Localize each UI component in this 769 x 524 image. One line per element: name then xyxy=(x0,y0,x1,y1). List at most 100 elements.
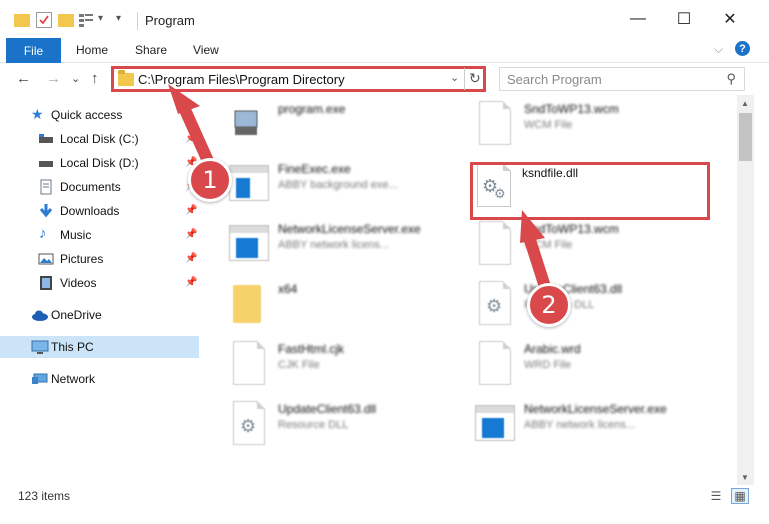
search-icon[interactable]: ⚲ xyxy=(726,71,736,87)
list-item[interactable]: ⚙ UpdateClient63.dll Resource DLL xyxy=(229,397,479,453)
navigation-bar: ← → ⌄ ↑ C:\Program Files\Program Directo… xyxy=(0,63,769,95)
file-list: program.exe SndToWP13.wcm WCM File FineE… xyxy=(205,95,737,485)
up-button[interactable]: ↑ xyxy=(91,70,99,87)
title-bar: ▾ ▾ Program — ☐ ✕ xyxy=(0,0,769,38)
drive-icon xyxy=(38,155,54,171)
list-item[interactable]: NetworkLicenseServer.exe ABBY network li… xyxy=(475,397,725,453)
properties-icon[interactable] xyxy=(36,12,52,28)
file-name: UpdateClient63.dll xyxy=(278,402,377,416)
status-bar: 123 items ☰ ▦ xyxy=(0,485,769,524)
minimize-button[interactable]: — xyxy=(615,0,661,38)
close-button[interactable]: ✕ xyxy=(707,0,753,38)
list-item[interactable]: ⚙ UpdateClient63.dll Resource DLL xyxy=(475,277,725,333)
address-dropdown-icon[interactable]: ⌄ xyxy=(450,71,459,84)
recent-locations-button[interactable]: ⌄ xyxy=(71,72,80,85)
list-item[interactable]: FineExec.exe ABBY background exe... xyxy=(229,157,479,213)
dll-gears-icon: ⚙ xyxy=(233,401,265,445)
expand-ribbon-icon[interactable]: ⌵ xyxy=(714,42,723,57)
sidebar-item-quick-access[interactable]: ★ Quick access xyxy=(0,104,205,126)
application-icon xyxy=(229,165,269,201)
view-layout-icon[interactable] xyxy=(78,12,94,28)
sidebar-item-label: Downloads xyxy=(60,204,120,218)
sidebar-item-music[interactable]: ♪ Music 📌 xyxy=(0,224,205,246)
sidebar-item-local-disk-c[interactable]: Local Disk (C:) 📌 xyxy=(0,128,205,150)
sidebar-item-label: Pictures xyxy=(60,252,104,266)
list-item[interactable]: program.exe xyxy=(229,97,479,153)
list-item[interactable]: Arabic.wrd WRD File xyxy=(475,337,725,393)
address-bar[interactable]: C:\Program Files\Program Directory ⌄ ↻ xyxy=(111,66,486,92)
maximize-button[interactable]: ☐ xyxy=(661,0,707,38)
tab-view[interactable]: View xyxy=(193,43,219,57)
title-separator xyxy=(137,12,138,30)
help-icon[interactable]: ? xyxy=(735,41,750,56)
file-name: NetworkLicenseServer.exe xyxy=(524,402,667,416)
sidebar-item-videos[interactable]: Videos 📌 xyxy=(0,272,205,294)
exe-icon xyxy=(229,101,269,145)
sidebar-item-onedrive[interactable]: OneDrive xyxy=(0,304,205,326)
customize-quick-access-icon[interactable]: ▾ xyxy=(98,13,114,29)
list-item[interactable]: FastHtml.cjk CJK File xyxy=(229,337,479,393)
document-icon xyxy=(479,221,511,265)
application-icon xyxy=(229,225,269,261)
pin-icon: 📌 xyxy=(185,253,198,264)
dll-gears-icon: ⚙ xyxy=(479,281,511,325)
scroll-up-icon[interactable]: ▲ xyxy=(741,99,749,108)
file-type: ABBY background exe... xyxy=(278,179,398,191)
sidebar-item-pictures[interactable]: Pictures 📌 xyxy=(0,248,205,270)
scroll-thumb[interactable] xyxy=(739,113,752,161)
folder-icon xyxy=(233,285,261,323)
sidebar-item-label: This PC xyxy=(51,340,94,354)
music-icon: ♪ xyxy=(39,225,47,242)
sidebar-item-label: Network xyxy=(51,372,96,386)
vertical-scrollbar[interactable]: ▲ ▼ xyxy=(737,95,754,485)
file-type: WCM File xyxy=(524,239,573,251)
list-item[interactable]: NetworkLicenseServer.exe ABBY network li… xyxy=(229,217,479,273)
list-item[interactable]: x64 xyxy=(229,277,479,333)
list-item[interactable]: SndToWP13.wcm WCM File xyxy=(475,97,725,153)
sidebar-item-label: Documents xyxy=(60,180,121,194)
tab-home[interactable]: Home xyxy=(76,43,108,57)
document-icon xyxy=(479,341,511,385)
tab-file[interactable]: File xyxy=(6,38,61,63)
file-name: x64 xyxy=(278,282,298,296)
document-icon xyxy=(479,101,511,145)
sidebar-item-local-disk-d[interactable]: Local Disk (D:) 📌 xyxy=(0,152,205,174)
sidebar-item-label: OneDrive xyxy=(51,308,102,322)
item-count: 123 items xyxy=(18,489,71,503)
large-icons-view-icon[interactable]: ▦ xyxy=(731,488,749,504)
sidebar-item-label: Local Disk (D:) xyxy=(60,156,139,170)
search-placeholder: Search Program xyxy=(507,72,602,87)
sidebar-item-network[interactable]: Network xyxy=(0,368,205,390)
file-type: WRD File xyxy=(524,359,572,371)
network-icon xyxy=(31,371,48,387)
folder-icon[interactable] xyxy=(14,14,30,27)
sidebar-item-label: Music xyxy=(60,228,92,242)
file-name: SndToWP13.wcm xyxy=(524,222,619,236)
drive-icon xyxy=(38,131,54,147)
refresh-button[interactable]: ↻ xyxy=(469,70,481,87)
sidebar-item-this-pc[interactable]: This PC xyxy=(0,336,199,358)
file-name: FineExec.exe xyxy=(278,162,351,176)
new-folder-icon[interactable] xyxy=(58,14,74,27)
details-view-icon[interactable]: ☰ xyxy=(707,488,725,504)
address-path[interactable]: C:\Program Files\Program Directory xyxy=(138,72,345,87)
back-button[interactable]: ← xyxy=(16,70,31,87)
file-type: CJK File xyxy=(278,359,320,371)
search-input[interactable]: Search Program ⚲ xyxy=(499,67,745,91)
forward-button[interactable]: → xyxy=(46,70,61,87)
file-name: FastHtml.cjk xyxy=(278,342,344,356)
pictures-icon xyxy=(38,251,54,267)
sidebar-item-downloads[interactable]: Downloads 📌 xyxy=(0,200,205,222)
sidebar-item-documents[interactable]: Documents 📌 xyxy=(0,176,205,198)
quick-access-dropdown-icon[interactable]: ▾ xyxy=(116,13,132,29)
scroll-down-icon[interactable]: ▼ xyxy=(741,473,749,482)
file-type: ABBY network licens... xyxy=(278,239,390,251)
tab-share[interactable]: Share xyxy=(135,43,167,57)
callout-2-badge: 2 xyxy=(527,283,571,327)
documents-icon xyxy=(38,179,54,195)
list-item[interactable]: SndToWP13.wcm WCM File xyxy=(475,217,725,273)
sidebar-item-label: Videos xyxy=(60,276,97,290)
file-name: Arabic.wrd xyxy=(524,342,581,356)
download-icon xyxy=(38,203,54,219)
star-icon: ★ xyxy=(31,106,44,122)
